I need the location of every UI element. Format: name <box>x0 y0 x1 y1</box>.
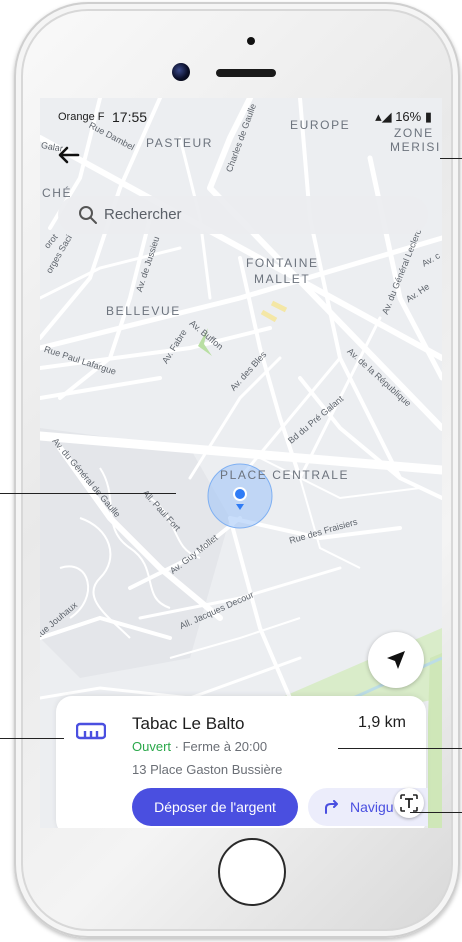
district-label: PLACE CENTRALE <box>220 468 350 482</box>
district-label: MERISI <box>390 140 441 154</box>
status-bar: Orange F 17:55 ▴◢ 16% ▮ <box>40 98 442 128</box>
sensor-dot <box>247 37 255 45</box>
search-icon <box>79 206 97 224</box>
place-distance: 1,9 km <box>357 714 406 731</box>
back-arrow-icon[interactable] <box>54 140 84 170</box>
search-placeholder: Rechercher <box>104 206 182 223</box>
navigate-label: Navigu <box>350 799 394 815</box>
battery-level: 16% <box>395 109 422 124</box>
closing-time: · Ferme à 20:00 <box>171 739 268 754</box>
open-status: Ouvert <box>132 739 172 754</box>
atm-machine-icon <box>76 722 106 740</box>
front-camera <box>172 63 190 81</box>
text-scan-icon <box>400 794 418 812</box>
place-card[interactable]: Tabac Le Balto 1,9 km Ouvert · Ferme à 2… <box>56 696 428 828</box>
district-label: ZONE <box>394 126 434 140</box>
carrier-name: Orange F <box>58 111 105 123</box>
navigation-arrow-icon <box>387 651 405 669</box>
pointer-line <box>338 748 462 749</box>
screen: PASTEUR EUROPE ZONE MERISI FONTAINE MALL… <box>40 98 442 828</box>
place-address: 13 Place Gaston Bussière <box>132 762 283 777</box>
pointer-line <box>410 812 462 813</box>
battery-icon: ▮ <box>421 109 432 124</box>
recenter-button[interactable] <box>368 632 424 688</box>
search-bar[interactable]: Rechercher <box>58 196 428 234</box>
district-label: FONTAINE <box>246 256 319 270</box>
district-label: BELLEVUE <box>106 304 181 318</box>
text-scan-button[interactable] <box>394 788 424 818</box>
place-hours: Ouvert · Ferme à 20:00 <box>132 739 267 754</box>
district-label: MALLET <box>254 272 311 286</box>
pointer-line <box>0 493 176 494</box>
earpiece-speaker <box>216 69 276 77</box>
turn-right-arrow-icon <box>325 800 338 814</box>
place-name: Tabac Le Balto <box>132 714 245 733</box>
pointer-line <box>0 738 64 739</box>
deposit-money-button[interactable]: Déposer de l'argent <box>132 788 298 826</box>
status-time: 17:55 <box>112 109 148 125</box>
home-button[interactable] <box>218 838 286 906</box>
district-label: PASTEUR <box>146 136 213 150</box>
status-right: ▴◢ 16% ▮ <box>375 109 432 125</box>
pointer-line <box>440 158 462 159</box>
wifi-signal-icon: ▴◢ <box>375 109 396 124</box>
